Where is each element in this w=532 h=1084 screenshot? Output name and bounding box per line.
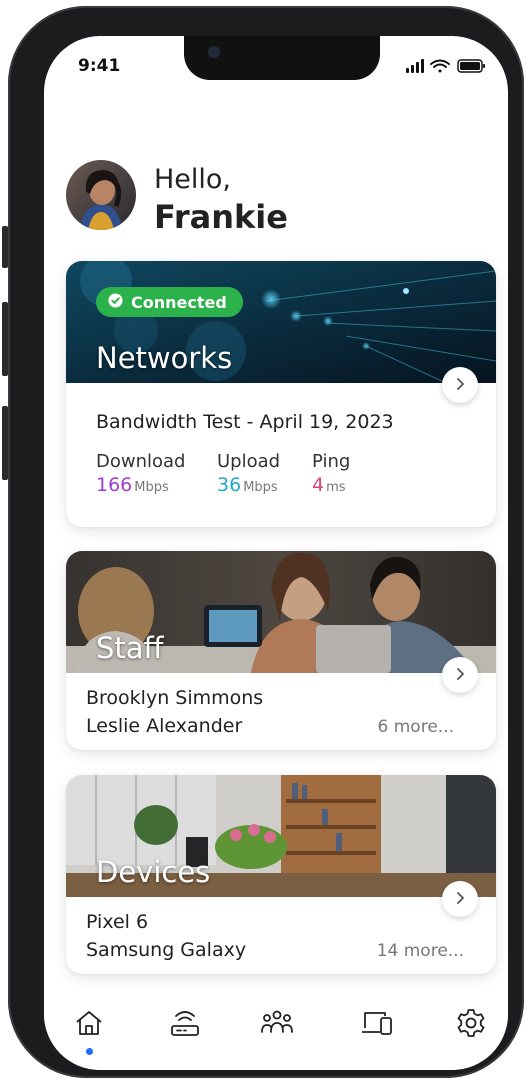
list-item: Pixel 6 — [86, 911, 149, 933]
status-badge-label: Connected — [131, 292, 227, 312]
users-icon — [260, 1010, 294, 1044]
staff-more-link[interactable]: 6 more... — [378, 717, 454, 737]
bandwidth-test-title: Bandwidth Test - April 19, 2023 — [96, 411, 394, 433]
metric-download: Download 166 Mbps — [96, 451, 185, 496]
metric-label: Ping — [312, 451, 351, 472]
list-item: Brooklyn Simmons — [86, 687, 264, 709]
metric-value: 4 — [312, 474, 325, 496]
staff-chevron-button[interactable] — [442, 657, 478, 693]
devices-more-link[interactable]: 14 more... — [377, 941, 464, 961]
staff-title: Staff — [96, 631, 164, 665]
gear-icon — [454, 1009, 488, 1044]
networks-chevron-button[interactable] — [442, 367, 478, 403]
phone-frame: 9:41 Hello, Frankie Networks Connected B… — [2, 6, 524, 1078]
avatar[interactable] — [66, 160, 136, 230]
greeting-text: Hello, — [154, 164, 232, 195]
metric-ping: Ping 4 ms — [312, 451, 350, 496]
nav-router[interactable] — [168, 1006, 202, 1040]
status-icons — [406, 58, 496, 74]
devices-chevron-button[interactable] — [442, 881, 478, 917]
staff-hero-image: Staff — [66, 551, 496, 673]
list-item: Samsung Galaxy — [86, 939, 247, 961]
metric-label: Download — [96, 451, 186, 472]
bottom-navigation — [44, 1004, 508, 1070]
networks-card[interactable]: Networks Connected Bandwidth Test - Apri… — [66, 261, 496, 527]
check-circle-icon — [108, 292, 123, 312]
chevron-right-icon — [453, 666, 467, 685]
wifi-icon — [430, 59, 450, 73]
devices-icon — [360, 1012, 394, 1044]
metric-value: 166 — [96, 474, 133, 496]
chevron-right-icon — [453, 376, 467, 395]
notch — [184, 36, 380, 80]
app-screen: 9:41 Hello, Frankie Networks Connected B… — [44, 36, 508, 1070]
mute-switch — [2, 226, 8, 268]
signal-icon — [406, 59, 424, 73]
nav-staff[interactable] — [260, 1006, 294, 1040]
nav-devices[interactable] — [360, 1006, 394, 1040]
status-time: 9:41 — [78, 56, 121, 76]
metric-upload: Upload 36 Mbps — [217, 451, 280, 496]
metric-value: 36 — [217, 474, 242, 496]
status-badge: Connected — [96, 287, 243, 317]
nav-home[interactable] — [72, 1006, 106, 1040]
metric-unit: Mbps — [243, 480, 278, 495]
battery-icon — [457, 59, 485, 73]
router-icon — [168, 1011, 202, 1044]
devices-hero-image: Devices — [66, 775, 496, 897]
camera — [208, 46, 220, 58]
metric-unit: Mbps — [134, 480, 169, 495]
home-icon — [72, 1011, 106, 1044]
active-indicator — [86, 1048, 93, 1055]
volume-up-button — [2, 302, 8, 376]
list-item: Leslie Alexander — [86, 715, 243, 737]
chevron-right-icon — [453, 890, 467, 909]
volume-down-button — [2, 406, 8, 480]
nav-settings[interactable] — [454, 1006, 488, 1040]
metric-label: Upload — [217, 451, 281, 472]
devices-title: Devices — [96, 855, 211, 889]
devices-card[interactable]: Devices Pixel 6 Samsung Galaxy 14 more..… — [66, 775, 496, 974]
user-name: Frankie — [154, 198, 288, 236]
networks-title: Networks — [96, 341, 233, 375]
staff-card[interactable]: Staff Brooklyn Simmons Leslie Alexander … — [66, 551, 496, 750]
metric-unit: ms — [326, 480, 346, 495]
networks-hero-image: Networks Connected — [66, 261, 496, 383]
